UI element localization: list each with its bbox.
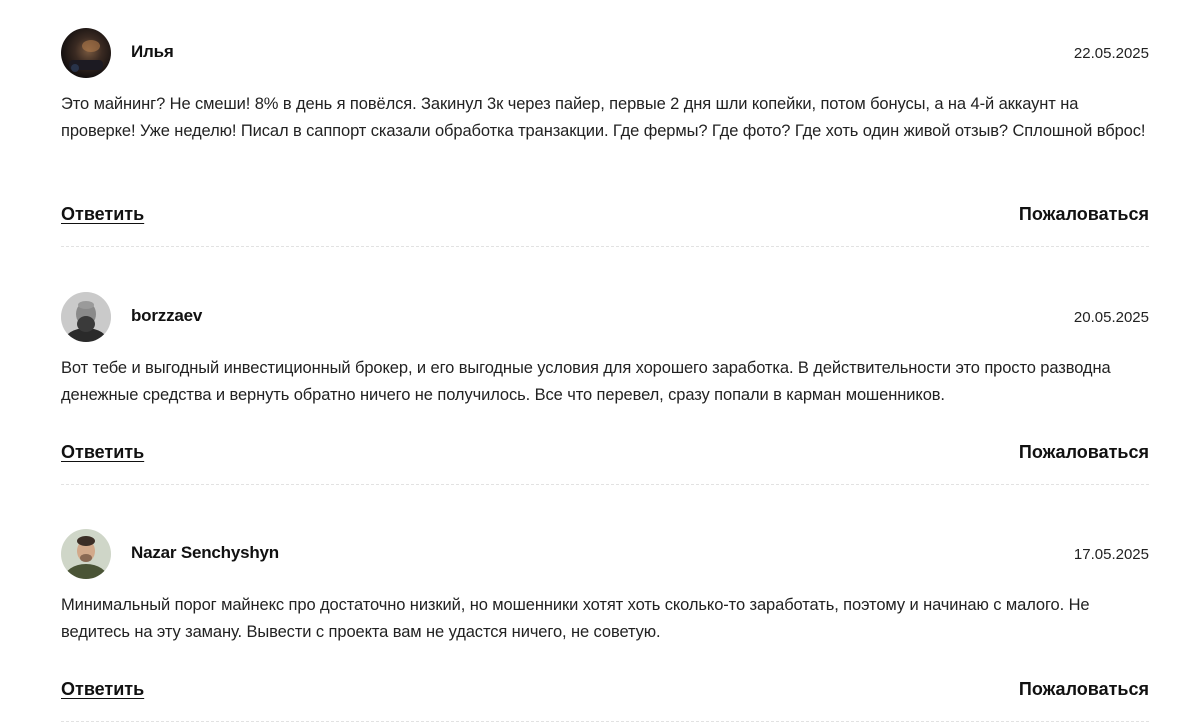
man-portrait-avatar-icon: [61, 529, 111, 579]
comment-date: 22.05.2025: [1073, 45, 1149, 62]
comment-text: Вот тебе и выгодный инвестиционный броке…: [61, 359, 1111, 404]
report-button[interactable]: Пожаловаться: [1019, 442, 1149, 463]
reply-button[interactable]: Ответить: [61, 679, 144, 700]
comment-actions: Ответить Пожаловаться: [61, 438, 1149, 468]
comment-header: borzzaev 20.05.2025: [61, 292, 1149, 342]
report-button[interactable]: Пожаловаться: [1019, 204, 1149, 225]
bearded-man-avatar-icon: [61, 292, 111, 342]
comment-text: Это майнинг? Не смеши! 8% в день я повёл…: [61, 95, 1146, 140]
comment-actions: Ответить Пожаловаться: [61, 675, 1149, 705]
comment-actions: Ответить Пожаловаться: [61, 200, 1149, 230]
comment-header: Илья 22.05.2025: [61, 28, 1149, 78]
user-avatar[interactable]: [61, 529, 111, 579]
comment-date: 20.05.2025: [1073, 309, 1149, 326]
comment: Илья 22.05.2025 Это майнинг? Не смеши! 8…: [61, 28, 1149, 247]
comment-author: Илья: [131, 42, 174, 61]
comment-header: Nazar Senchyshyn 17.05.2025: [61, 529, 1149, 579]
report-button[interactable]: Пожаловаться: [1019, 679, 1149, 700]
user-avatar[interactable]: [61, 28, 111, 78]
comment-date: 17.05.2025: [1073, 546, 1149, 563]
dark-photo-avatar-icon: [61, 28, 111, 78]
comment: borzzaev 20.05.2025 Вот тебе и выгодный …: [61, 292, 1149, 485]
reply-button[interactable]: Ответить: [61, 442, 144, 463]
comment-author: borzzaev: [131, 306, 203, 325]
comment-text: Минимальный порог майнекс про достаточно…: [61, 596, 1090, 641]
comment-author: Nazar Senchyshyn: [131, 543, 279, 562]
user-avatar[interactable]: [61, 292, 111, 342]
comment: Nazar Senchyshyn 17.05.2025 Минимальный …: [61, 529, 1149, 722]
reply-button[interactable]: Ответить: [61, 204, 144, 225]
